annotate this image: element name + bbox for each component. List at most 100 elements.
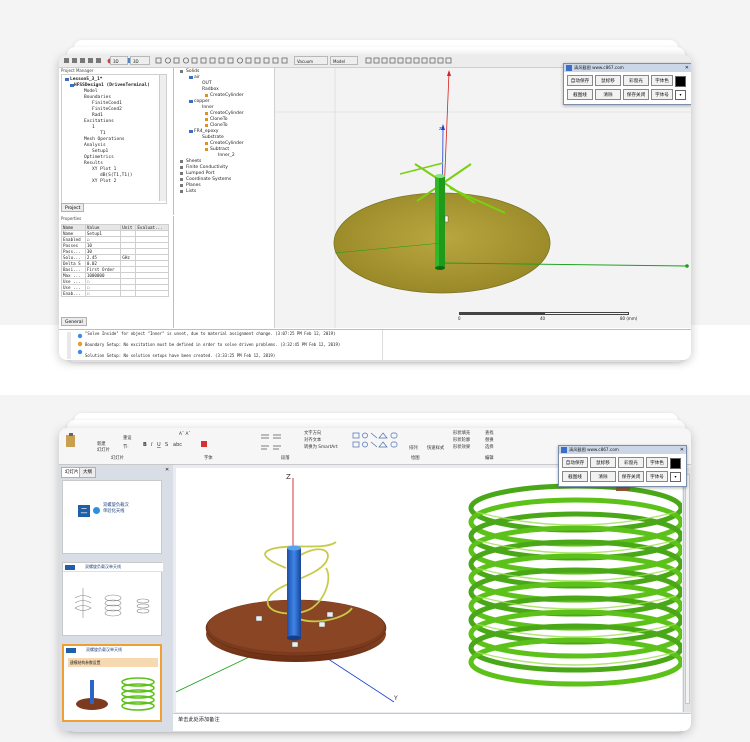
ppt-screenshot-card: 新建 幻灯片 重设 节· 幻灯片 Aˇ Aˇ B I U Sabc 字体 文字方向 对…	[59, 428, 691, 731]
replace-button[interactable]: 替换	[485, 438, 494, 444]
font-size-button[interactable]: 字体号	[651, 89, 673, 100]
tree-item[interactable]: 1	[92, 125, 95, 131]
vertical-scrollbar[interactable]	[683, 468, 691, 712]
color-swatch[interactable]	[675, 76, 686, 87]
center-post	[287, 548, 301, 638]
cell[interactable]: ☐	[84, 290, 122, 297]
slide-title: 双螺旋负载汉单天线	[85, 564, 121, 569]
find-button[interactable]: 查找	[485, 431, 494, 437]
arrange-button[interactable]: 排列	[409, 446, 418, 452]
font-size-button[interactable]: 字体号	[646, 471, 668, 482]
font-group-label: 字体	[204, 456, 213, 461]
slide-title: 双螺旋负载汉单天线	[86, 647, 122, 652]
axis-y-label: Y	[394, 695, 398, 702]
shapes-gallery[interactable]	[351, 431, 406, 457]
select-button[interactable]: 选择	[485, 445, 494, 451]
cell	[135, 290, 169, 297]
antenna-arm	[399, 162, 444, 175]
slide-canvas[interactable]: Z Y	[176, 468, 682, 712]
color-swatch[interactable]	[670, 458, 681, 469]
toolbar-combo-3d[interactable]: 3D	[110, 56, 128, 65]
font-format-icons[interactable]: B I U Sabc	[141, 438, 251, 458]
slides-group-label: 幻灯片	[111, 456, 124, 461]
shape-outline-button[interactable]: 形状轮廓	[453, 438, 470, 444]
new-slide-button[interactable]: 新建 幻灯片	[97, 442, 110, 454]
paragraph-group-label: 段落	[281, 456, 290, 461]
hfss-3d-viewport[interactable]: z 0 40 80 (mm)	[275, 68, 691, 328]
toolbar-shape-icons[interactable]	[154, 55, 294, 67]
tool-title-bar: 清风截图 www.c867.com ✕	[564, 64, 691, 72]
tree-item[interactable]: XY Plot 2	[92, 179, 116, 185]
shape-fill-button[interactable]: 形状填充	[453, 431, 470, 437]
svg-text:U: U	[157, 442, 161, 448]
window-light-button[interactable]: 彩窗光	[623, 75, 649, 86]
cell	[120, 290, 137, 297]
close-panel-icon[interactable]: ✕	[165, 467, 169, 473]
slide-thumbnail-1[interactable]: 二 双螺旋负载汉 单验化天线	[62, 480, 162, 554]
model-combo[interactable]: Model	[330, 56, 358, 65]
drawing-group-label: 绘图	[411, 456, 420, 461]
notes-pane[interactable]: 单击此处添加备注	[173, 713, 691, 731]
save-close-button[interactable]: 保存关闭	[623, 89, 649, 100]
toolbar-combo-3d-2[interactable]: 3D	[130, 56, 150, 65]
message-panel-divider	[382, 330, 383, 360]
align-text-button[interactable]: 对齐文本	[304, 438, 321, 444]
tree-scrollbar[interactable]	[159, 75, 166, 201]
message-line: Solution Setup: No solution setups have …	[85, 353, 276, 358]
slide-sketch	[74, 588, 150, 618]
properties-panel: Properties Name Value Unit Evaluat... Na…	[59, 216, 174, 328]
tree-item[interactable]: Excitations	[84, 119, 114, 125]
toolbar-view-icons[interactable]	[364, 55, 474, 67]
material-combo[interactable]: Vacuum	[294, 56, 328, 65]
capture-line-button[interactable]: 截图线	[562, 471, 588, 482]
hfss-model-drawing: z	[275, 68, 691, 328]
quick-styles-button[interactable]: 快速样式	[427, 446, 444, 452]
slide-title: 双螺旋负载汉 单验化天线	[103, 503, 129, 514]
tab-outline[interactable]: 大纲	[79, 467, 96, 478]
tab-general[interactable]: General	[61, 317, 87, 326]
tab-project[interactable]: Project	[61, 203, 85, 212]
svg-text:z: z	[439, 126, 442, 132]
mouse-move-button[interactable]: 鼠标移	[595, 75, 621, 86]
app-icon	[566, 65, 572, 71]
notes-placeholder: 单击此处添加备注	[178, 717, 220, 723]
svg-text:B: B	[143, 442, 147, 448]
tool-title: 清风截图 www.c867.com	[569, 447, 619, 452]
tool-title-bar: 清风截图 www.c867.com ✕	[559, 446, 686, 454]
slide-thumbnail-2[interactable]: 双螺旋负载汉单天线	[62, 562, 163, 636]
mouse-move-button[interactable]: 鼠标移	[590, 457, 616, 468]
properties-table: Name Value Unit Evaluat... Name Setup1 En…	[61, 224, 169, 297]
convert-smartart-button[interactable]: 转换为 SmartArt	[304, 445, 338, 451]
close-icon[interactable]: ✕	[685, 65, 689, 71]
model-tree-panel: Solids air OUT Radbox CreateCylinder cop…	[174, 68, 275, 328]
screenshot-tool-window[interactable]: 清风截图 www.c867.com ✕ 自动保存 鼠标移 彩窗光 字体色 截图线…	[558, 445, 687, 487]
reset-button[interactable]: 重设	[123, 436, 132, 442]
table-row[interactable]: Enab... ☐	[61, 290, 169, 297]
clear-button[interactable]: 清除	[595, 89, 621, 100]
slide-model-preview	[76, 677, 155, 711]
close-icon[interactable]: ✕	[680, 447, 684, 453]
capture-line-button[interactable]: 截图线	[567, 89, 593, 100]
clear-button[interactable]: 清除	[590, 471, 616, 482]
model-tree-icons	[180, 70, 208, 193]
message-icons	[77, 333, 83, 355]
hfss-screenshot-card: 3D 3D Vacuum Model Project Manager Lesso…	[59, 55, 691, 360]
window-light-button[interactable]: 彩窗光	[618, 457, 644, 468]
tool-title: 清风截图 www.c867.com	[574, 65, 624, 70]
scale-tick: 0	[458, 316, 461, 321]
font-size-dropdown[interactable]: ▾	[675, 90, 686, 100]
font-color-button[interactable]: 字体色	[651, 75, 673, 86]
section-button[interactable]: 节·	[123, 445, 129, 451]
antenna-models-drawing	[176, 478, 682, 703]
font-color-button[interactable]: 字体色	[646, 457, 668, 468]
slide-thumbnail-3[interactable]: 双螺旋负载汉单天线 建模结构参数设置	[62, 644, 162, 722]
slide-number-box: 二	[78, 505, 90, 517]
svg-text:abc: abc	[173, 442, 182, 448]
auto-save-button[interactable]: 自动保存	[562, 457, 588, 468]
text-direction-button[interactable]: 文字方向	[304, 431, 321, 437]
save-close-button[interactable]: 保存关闭	[618, 471, 644, 482]
shape-effect-button[interactable]: 形状效果	[453, 445, 470, 451]
screenshot-tool-window[interactable]: 清风截图 www.c867.com ✕ 自动保存 鼠标移 彩窗光 字体色 截图线…	[563, 63, 691, 105]
auto-save-button[interactable]: 自动保存	[567, 75, 593, 86]
font-size-dropdown[interactable]: ▾	[670, 472, 681, 482]
